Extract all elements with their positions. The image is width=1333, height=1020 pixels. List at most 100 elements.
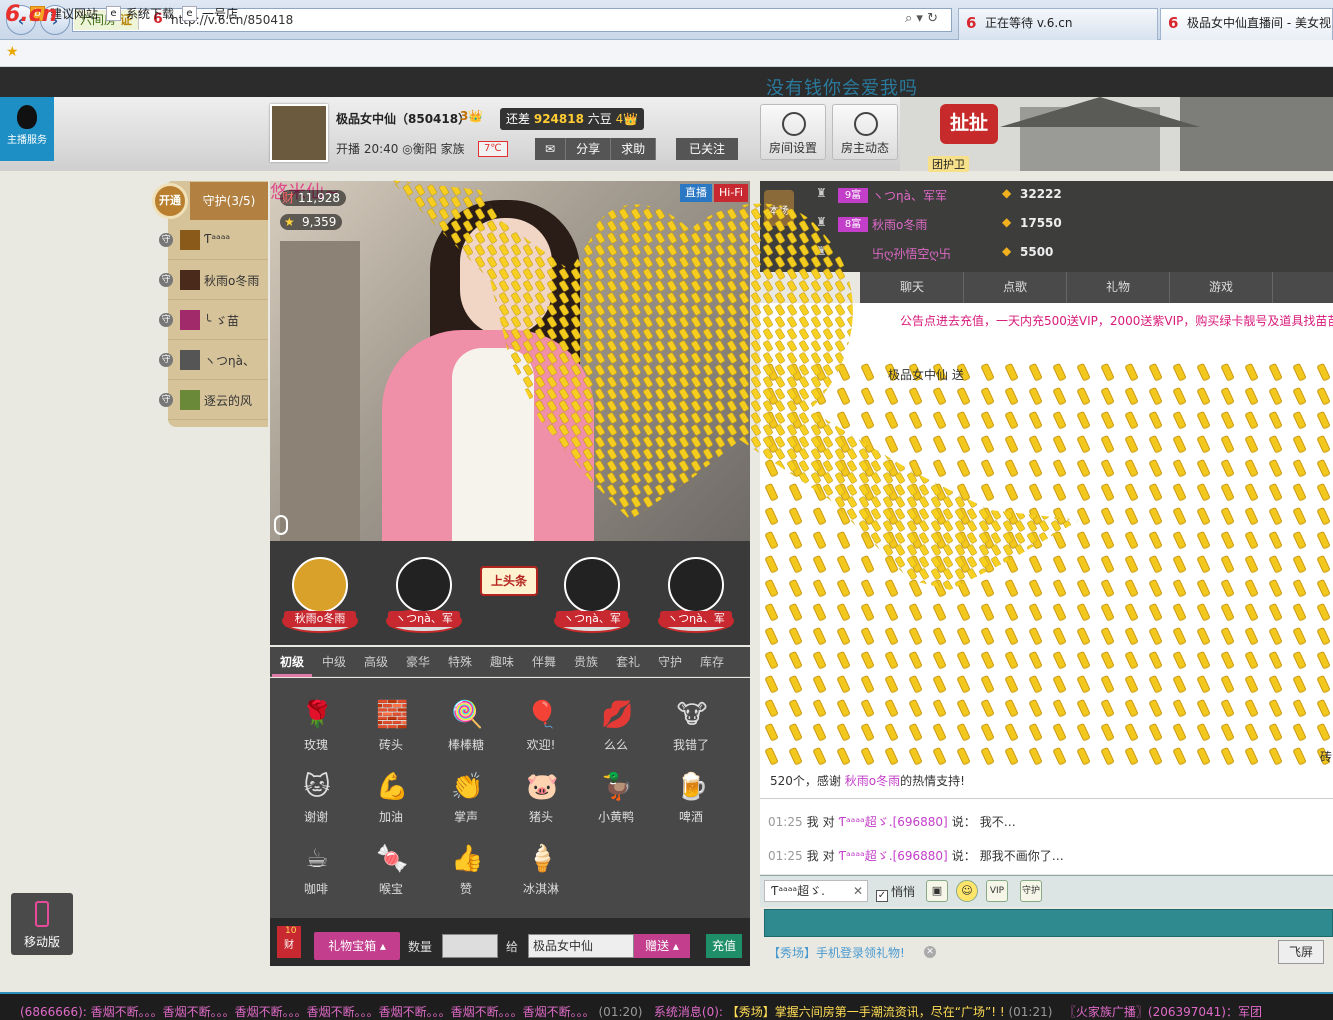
gift-label: 猪头 (528, 810, 553, 824)
gift-item[interactable]: 🎈 欢迎! (504, 694, 578, 764)
pull-button[interactable]: 扯扯 (940, 104, 998, 144)
rank-row[interactable]: ♜ 9富 ヽつηà、军军 ◆ 32222 (810, 182, 1080, 210)
gift-box-button[interactable]: 礼物宝箱 ▴ (314, 932, 400, 960)
gift-tab[interactable]: 高级 (356, 647, 396, 677)
favorite-item[interactable]: e 一号店 (182, 4, 238, 24)
host-name[interactable]: 极品女中仙（850418） (336, 110, 470, 127)
send-gift-button[interactable]: 赠送 ▴ (634, 934, 690, 958)
guard-item[interactable]: 守 ヽつηà、 (159, 340, 268, 380)
quantity-input[interactable] (442, 934, 498, 958)
guard-item[interactable]: 守 Ƭᵃᵃᵃᵃ (159, 220, 268, 260)
gift-item[interactable]: 🐷 猪头 (504, 766, 578, 836)
gift-item[interactable]: 💪 加油 (354, 766, 428, 836)
video-player[interactable] (270, 181, 750, 541)
close-icon[interactable]: ✕ (853, 881, 863, 901)
cat-icon: 🐱 (303, 772, 331, 802)
room-settings-button[interactable]: 房间设置 (760, 104, 826, 160)
help-button[interactable]: 求助 (611, 138, 657, 160)
gift-label: 咖啡 (303, 882, 328, 896)
gift-tab[interactable]: 伴舞 (524, 647, 564, 677)
share-button[interactable]: 分享 (566, 138, 612, 160)
close-icon[interactable]: ✕ (924, 946, 936, 958)
message-user[interactable]: Ƭᵃᵃᵃᵃ超ゞ.[696880] (839, 815, 948, 829)
search-icon[interactable]: ⌕ ▾ ↻ (905, 11, 938, 26)
guard-team-badge[interactable]: 团护卫 (928, 156, 969, 172)
gift-tab[interactable]: 趣味 (482, 647, 522, 677)
chat-tab[interactable]: 游戏 (1170, 272, 1273, 303)
fan-slot[interactable]: ヽつηà、军 (378, 551, 470, 641)
message-sender[interactable]: 我 (807, 815, 819, 829)
chat-target-select[interactable]: Ƭᵃᵃᵃᵃ超ゞ. ✕ (764, 880, 868, 902)
site-logo-icon: 6 (966, 14, 977, 32)
guard-item[interactable]: 守 秋雨o冬雨 (159, 260, 268, 300)
microphone-icon[interactable] (274, 515, 288, 535)
message-said: 说： (951, 849, 976, 863)
gift-tab[interactable]: 中级 (314, 647, 354, 677)
recharge-button[interactable]: 充值 (706, 934, 742, 958)
headline-button[interactable]: 上头条 (480, 566, 538, 596)
rank-row[interactable]: ♜ 8富 秋雨o冬雨 ◆ 17550 (810, 211, 1080, 239)
message-user[interactable]: Ƭᵃᵃᵃᵃ超ゞ.[696880] (839, 849, 948, 863)
gift-tab[interactable]: 特殊 (440, 647, 480, 677)
live-tag[interactable]: 直播 (680, 184, 712, 202)
recipient-select[interactable]: 极品女中仙 (528, 934, 634, 958)
chat-input[interactable] (764, 909, 1333, 937)
star-icon[interactable]: ★ (6, 44, 19, 60)
gift-item[interactable]: 🐱 谢谢 (279, 766, 353, 836)
guard-icon[interactable]: 守护 (1020, 880, 1042, 902)
tab-active[interactable]: 6 极品女中仙直播间 - 美女视... (1160, 8, 1333, 40)
whisper-checkbox[interactable]: ✓ 悄悄 (876, 883, 915, 902)
wealth-level-badge: 8富 (838, 217, 868, 232)
site-logo[interactable]: 6.cn (5, 2, 57, 27)
open-guard-button[interactable]: 开通 (152, 183, 188, 219)
gift-item[interactable]: 🍭 棒棒糖 (429, 694, 503, 764)
gift-tab[interactable]: 豪华 (398, 647, 438, 677)
guard-badge-icon: 守 (159, 273, 173, 287)
message-sender[interactable]: 我 (807, 849, 819, 863)
gift-tab[interactable]: 套礼 (608, 647, 648, 677)
chat-tab[interactable]: 礼物 (1067, 272, 1170, 303)
gift-label: 砖头 (378, 738, 403, 752)
follow-button[interactable]: 已关注 (676, 138, 738, 160)
message-icon[interactable]: ✉ (535, 138, 567, 160)
gift-tab[interactable]: 守护 (650, 647, 690, 677)
gift-item[interactable]: ☕ 咖啡 (279, 838, 353, 908)
gift-label: 我错了 (672, 738, 709, 752)
chat-tab[interactable]: 聊天 (861, 272, 964, 303)
gift-item[interactable]: 👏 掌声 (429, 766, 503, 836)
gift-item[interactable]: 🍦 冰淇淋 (504, 838, 578, 908)
fan-slot[interactable]: 秋雨o冬雨 (274, 551, 366, 641)
gift-tab[interactable]: 贵族 (566, 647, 606, 677)
gift-item[interactable]: 🌹 玫瑰 (279, 694, 353, 764)
host-avatar[interactable] (270, 104, 328, 162)
fly-screen-button[interactable]: 飞屏 (1278, 940, 1324, 964)
fan-slot[interactable]: ヽつηà、军 (650, 551, 742, 641)
guard-item[interactable]: 守 ╰ ゞ苗 (159, 300, 268, 340)
vip-icon[interactable]: VIP (986, 880, 1008, 902)
gift-item[interactable]: 💋 么么 (579, 694, 653, 764)
promo-link[interactable]: 【秀场】手机登录领礼物! (768, 944, 905, 961)
fan-slot[interactable]: ヽつηà、军 (546, 551, 638, 641)
trophy-icon: ♜ (816, 215, 827, 229)
avatar (396, 557, 452, 613)
guard-item[interactable]: 守 逐云的风 (159, 380, 268, 420)
gift-item[interactable]: 🐮 我错了 (654, 694, 728, 764)
gift-tab[interactable]: 库存 (692, 647, 732, 677)
gift-item[interactable]: 🧱 砖头 (354, 694, 428, 764)
image-icon[interactable]: ▣ (926, 880, 948, 902)
host-service-button[interactable]: 主播服务 (0, 97, 54, 161)
chat-tab[interactable]: 点歌 (964, 272, 1067, 303)
rank-row[interactable]: ♜ 卐ღ孙悟空ღ卐 ◆ 5500 (810, 240, 1080, 268)
host-news-button[interactable]: 房主动态 (832, 104, 898, 160)
gift-item[interactable]: 👍 赞 (429, 838, 503, 908)
gift-item[interactable]: 🍬 喉宝 (354, 838, 428, 908)
emoji-icon[interactable]: ☺ (956, 880, 978, 902)
gift-item[interactable]: 🍺 啤酒 (654, 766, 728, 836)
hifi-tag[interactable]: Hi-Fi (714, 184, 748, 202)
mobile-version-button[interactable]: 移动版 (11, 893, 73, 955)
gift-item[interactable]: 🦆 小黄鸭 (579, 766, 653, 836)
gift-tab[interactable]: 初级 (272, 647, 313, 677)
coin-icon: ◆ (1002, 215, 1012, 229)
favorite-item[interactable]: e 系统下载 (106, 4, 174, 24)
tab-loading[interactable]: 6 正在等待 v.6.cn (958, 8, 1158, 40)
